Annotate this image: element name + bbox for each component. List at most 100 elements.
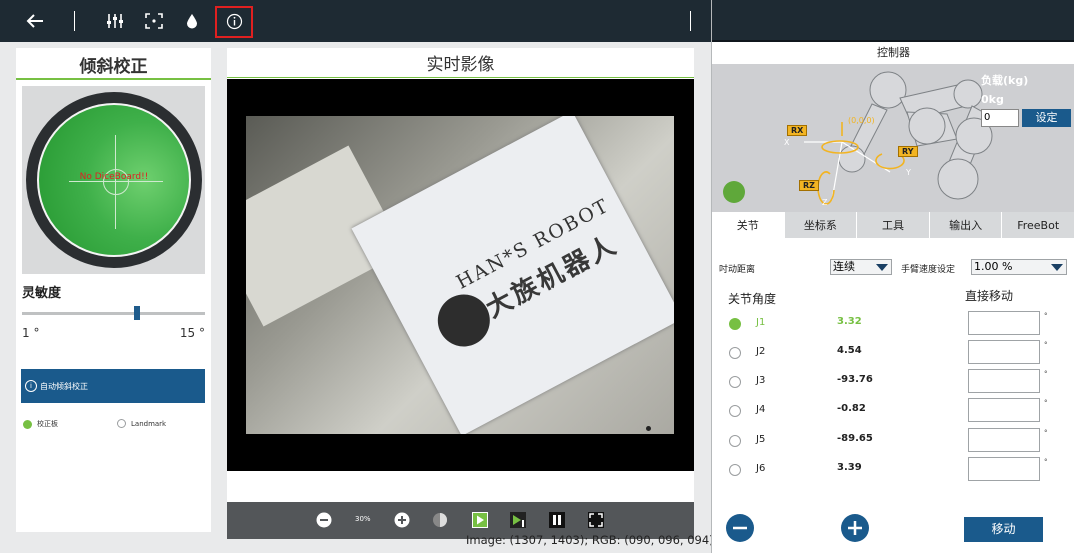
degree-unit: ° (1044, 429, 1048, 437)
move-button[interactable]: 移动 (964, 517, 1043, 542)
tab-freebot[interactable]: FreeBot (1002, 212, 1074, 238)
info-icon[interactable] (226, 13, 243, 30)
joint-value: -89.65 (837, 433, 873, 444)
joint-value: -0.82 (837, 403, 866, 414)
minus-icon (733, 526, 747, 530)
tab-coordinate[interactable]: 坐标系 (784, 212, 858, 238)
option-calibration-board[interactable]: 校正板 (23, 419, 58, 429)
joint-target-input[interactable] (968, 398, 1040, 422)
sensitivity-slider-thumb[interactable] (134, 306, 141, 320)
joint-target-input[interactable] (968, 428, 1040, 452)
focus-frame-icon[interactable] (140, 8, 168, 34)
chevron-down-icon (1051, 264, 1063, 271)
joint-radio[interactable] (729, 376, 741, 388)
payload-set-button[interactable]: 设定 (1022, 109, 1071, 127)
radio-selected-icon[interactable] (23, 419, 32, 429)
joint-value: -93.76 (837, 374, 873, 385)
joint-name: J1 (756, 317, 766, 328)
tilt-correction-panel: 倾斜校正 No DiceBoard!! 灵敏度 1 ° 15 ° i 自动倾斜校… (16, 48, 211, 532)
slider-min-label: 1 ° (22, 326, 40, 340)
top-toolbar (0, 0, 711, 42)
axis-y: Y (906, 168, 911, 177)
joint-row-j4: J4 -0.82 ° (712, 398, 1074, 424)
jog-plus-button[interactable] (841, 514, 869, 542)
option-label: Landmark (131, 419, 167, 428)
video-viewport[interactable]: HAN*S ROBOT 大族机器人 30% (227, 79, 694, 539)
degree-unit: ° (1044, 399, 1048, 407)
tab-joint[interactable]: 关节 (712, 212, 785, 238)
sensitivity-slider[interactable] (22, 312, 205, 315)
auto-tilt-correction-button[interactable]: i 自动倾斜校正 (21, 369, 205, 403)
camera-dot (646, 426, 651, 431)
payload-label: 负载(kg) (981, 74, 1029, 87)
tilt-disk: No DiceBoard!! (26, 92, 202, 268)
axis-origin: (0,0,0) (848, 116, 875, 125)
info-button-highlight[interactable] (215, 6, 253, 38)
fullscreen-icon[interactable] (587, 511, 605, 529)
status-bar-text: Image: (1307, 1403); RGB: (090, 096, 094… (466, 533, 718, 547)
axis-label-rx: RX (787, 125, 808, 136)
joint-target-input[interactable] (968, 457, 1040, 481)
controller-tabs: 关节 坐标系 工具 输出入 FreeBot (712, 212, 1074, 238)
tab-io[interactable]: 输出入 (929, 212, 1003, 238)
radio-unselected-icon[interactable] (117, 419, 126, 428)
paper-sheet: HAN*S ROBOT 大族机器人 (351, 116, 674, 434)
back-arrow-icon[interactable] (21, 8, 49, 34)
step-play-icon[interactable] (509, 511, 527, 529)
joint-value: 3.32 (837, 316, 862, 327)
sliders-icon[interactable] (101, 8, 129, 34)
slider-max-label: 15 ° (179, 326, 205, 340)
joint-value: 4.54 (837, 345, 862, 356)
joint-name: J4 (756, 404, 766, 415)
camera-image: HAN*S ROBOT 大族机器人 (246, 116, 674, 434)
connection-status-icon (723, 181, 745, 203)
plus-icon (848, 521, 862, 535)
sensitivity-label: 灵敏度 (22, 286, 62, 301)
contrast-icon[interactable] (431, 511, 449, 529)
joint-radio[interactable] (729, 405, 741, 417)
dropdown-value: 连续 (833, 260, 855, 273)
arm-speed-label: 手臂速度设定 (901, 265, 956, 275)
axis-z: Z (822, 198, 828, 207)
tilt-status-text: No DiceBoard!! (79, 172, 149, 182)
joint-radio[interactable] (729, 318, 741, 330)
robot-diagram: RX RY RZ X Y Z (0,0,0) 负载(kg) 0kg 0 设定 (712, 64, 1074, 212)
degree-unit: ° (1044, 341, 1048, 349)
joint-target-input[interactable] (968, 340, 1040, 364)
joint-radio[interactable] (729, 435, 741, 447)
arm-speed-dropdown[interactable]: 1.00 % (971, 259, 1067, 275)
auto-tilt-correction-label: 自动倾斜校正 (40, 381, 88, 391)
jog-distance-dropdown[interactable]: 连续 (830, 259, 892, 275)
axis-label-rz: RZ (799, 180, 819, 191)
axis-x: X (784, 138, 790, 147)
toolbar-divider-right (690, 11, 691, 31)
joint-row-j2: J2 4.54 ° (712, 340, 1074, 366)
joint-row-j3: J3 -93.76 ° (712, 369, 1074, 395)
toolbar-divider (74, 11, 75, 31)
option-landmark[interactable]: Landmark (117, 419, 166, 428)
zoom-out-icon[interactable] (315, 511, 333, 529)
joint-name: J3 (756, 375, 766, 386)
info-icon: i (25, 380, 37, 392)
joint-radio[interactable] (729, 347, 741, 359)
drop-icon[interactable] (178, 8, 206, 34)
degree-unit: ° (1044, 312, 1048, 320)
tab-tool[interactable]: 工具 (857, 212, 930, 238)
joint-target-input[interactable] (968, 311, 1040, 335)
payload-input[interactable]: 0 (981, 109, 1019, 127)
joint-radio[interactable] (729, 464, 741, 476)
zoom-in-icon[interactable] (393, 511, 411, 529)
joint-row-j1: J1 3.32 ° (712, 311, 1074, 337)
live-image-panel: 实时影像 HAN*S ROBOT 大族机器人 30% (227, 48, 694, 539)
payload-value: 0kg (981, 93, 1004, 106)
joint-value: 3.39 (837, 462, 862, 473)
pause-icon[interactable] (548, 511, 566, 529)
jog-distance-label: 吋动距离 (719, 265, 756, 275)
zoom-level: 30% (355, 515, 371, 523)
title-underline (227, 77, 694, 78)
jog-minus-button[interactable] (726, 514, 754, 542)
degree-unit: ° (1044, 370, 1048, 378)
play-icon[interactable] (471, 511, 489, 529)
joint-target-input[interactable] (968, 369, 1040, 393)
dropdown-value: 1.00 % (974, 260, 1013, 273)
